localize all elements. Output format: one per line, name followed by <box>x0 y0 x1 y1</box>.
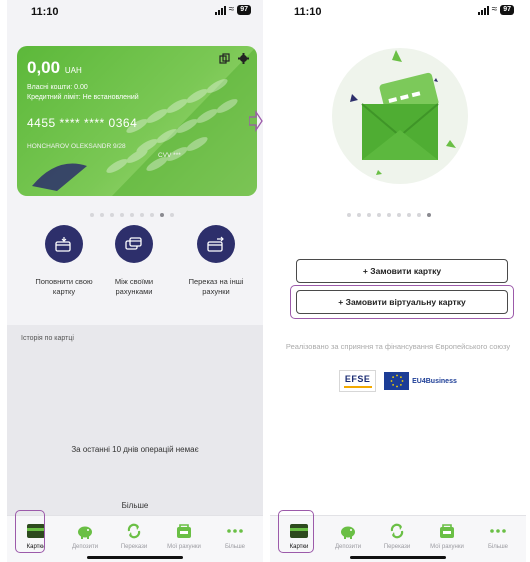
card-holder: HONCHAROV OLEKSANDR 9/28 <box>27 143 126 150</box>
card-actions <box>219 53 249 67</box>
home-indicator <box>87 556 183 559</box>
piggy-bank-icon <box>328 521 368 541</box>
tab-my-accounts[interactable]: Мої рахунки <box>427 521 467 550</box>
tab-more[interactable]: Більше <box>215 521 255 550</box>
signal-icon <box>214 5 226 15</box>
status-icons: ≈ 97 <box>477 4 514 15</box>
status-time: 11:10 <box>31 6 59 18</box>
signal-icon <box>477 5 489 15</box>
history-empty-text: За останні 10 днів операцій немає <box>71 445 199 454</box>
tab-label: Мої рахунки <box>430 544 464 550</box>
transfer-arrows-icon <box>377 521 417 541</box>
efse-logo-text: EFSE <box>344 374 371 384</box>
wallet-icon <box>164 521 204 541</box>
eu4business-logo-text: EU4Business <box>412 377 457 385</box>
tab-bar: Картки Депозити Перекази Мої рахунки Біл… <box>7 515 263 562</box>
balance-currency: UAH <box>64 66 82 75</box>
tab-label: Більше <box>224 544 246 550</box>
card-cvv: CVV *** <box>158 152 181 159</box>
piggy-bank-icon <box>65 521 105 541</box>
tab-deposits[interactable]: Депозити <box>65 521 105 550</box>
card-number: 4455 **** **** 0364 <box>27 116 138 130</box>
topup-card-action[interactable]: Поповнити свою картку <box>29 225 99 297</box>
tab-label: Перекази <box>383 544 411 550</box>
transfer-other-action[interactable]: Переказ на інші рахунки <box>181 225 251 297</box>
tab-label: Депозити <box>334 544 362 550</box>
status-bar: 11:10 ≈ 97 <box>270 0 526 24</box>
transfer-arrows-icon <box>114 521 154 541</box>
status-bar: 11:10 ≈ 97 <box>7 0 263 24</box>
copy-icon[interactable] <box>219 53 230 67</box>
action-label: Між своїми рахунками <box>114 277 154 296</box>
card-pager-dots <box>347 213 431 217</box>
efse-logo: EFSE <box>339 370 377 392</box>
between-accounts-icon <box>115 225 153 263</box>
partner-logos: EFSE EU4Business <box>270 370 526 392</box>
tab-label: Перекази <box>120 544 148 550</box>
card-balance: 0,00 UAH <box>27 58 82 78</box>
tab-my-accounts[interactable]: Мої рахунки <box>164 521 204 550</box>
own-funds: Власні кошти: 0.00 <box>27 84 88 91</box>
tab-transfers[interactable]: Перекази <box>114 521 154 550</box>
action-label: Переказ на інші рахунки <box>188 277 244 296</box>
topup-icon <box>45 225 83 263</box>
between-accounts-action[interactable]: Між своїми рахунками <box>99 225 169 297</box>
credit-limit: Кредитний ліміт: Не встановлений <box>27 94 139 101</box>
tab-label: Більше <box>487 544 509 550</box>
swipe-arrow-icon <box>249 110 263 132</box>
eu-flag-icon <box>384 372 410 390</box>
balance-value: 0,00 <box>27 58 61 77</box>
wifi-icon: ≈ <box>228 4 235 15</box>
battery-icon: 97 <box>237 5 251 15</box>
envelope-card-illustration <box>332 48 468 184</box>
tab-cards-highlight <box>278 510 314 553</box>
gear-icon[interactable] <box>238 53 249 67</box>
history-title: Історія по картці <box>21 335 74 342</box>
bank-card[interactable]: 0,00 UAH Власні кошти: 0.00 Кредитний лі… <box>17 46 257 196</box>
order-card-screen: 11:10 ≈ 97 + Замовити картку + Замовити … <box>270 0 526 562</box>
wifi-icon: ≈ <box>491 4 498 15</box>
status-time: 11:10 <box>294 6 322 18</box>
transfer-out-icon <box>197 225 235 263</box>
action-label: Поповнити свою картку <box>35 277 93 296</box>
card-history: Історія по картці За останні 10 днів опе… <box>7 325 263 515</box>
virtual-card-highlight <box>290 285 514 319</box>
history-more-link[interactable]: Більше <box>7 501 263 510</box>
tab-label: Депозити <box>71 544 99 550</box>
more-dots-icon <box>215 521 255 541</box>
tab-deposits[interactable]: Депозити <box>328 521 368 550</box>
eu4business-logo: EU4Business <box>384 372 457 390</box>
tab-label: Мої рахунки <box>167 544 201 550</box>
more-dots-icon <box>478 521 518 541</box>
tab-more[interactable]: Більше <box>478 521 518 550</box>
wallet-icon <box>427 521 467 541</box>
status-icons: ≈ 97 <box>214 4 251 15</box>
battery-icon: 97 <box>500 5 514 15</box>
eu-credit-text: Реалізовано за сприяння та фінансування … <box>285 342 511 351</box>
tab-cards-highlight <box>15 510 45 553</box>
cards-screen: 11:10 ≈ 97 0,00 UAH Власні кошти: 0.00 К… <box>7 0 263 562</box>
card-pager-dots <box>90 213 174 217</box>
home-indicator <box>350 556 446 559</box>
tab-transfers[interactable]: Перекази <box>377 521 417 550</box>
order-card-button[interactable]: + Замовити картку <box>296 259 508 283</box>
